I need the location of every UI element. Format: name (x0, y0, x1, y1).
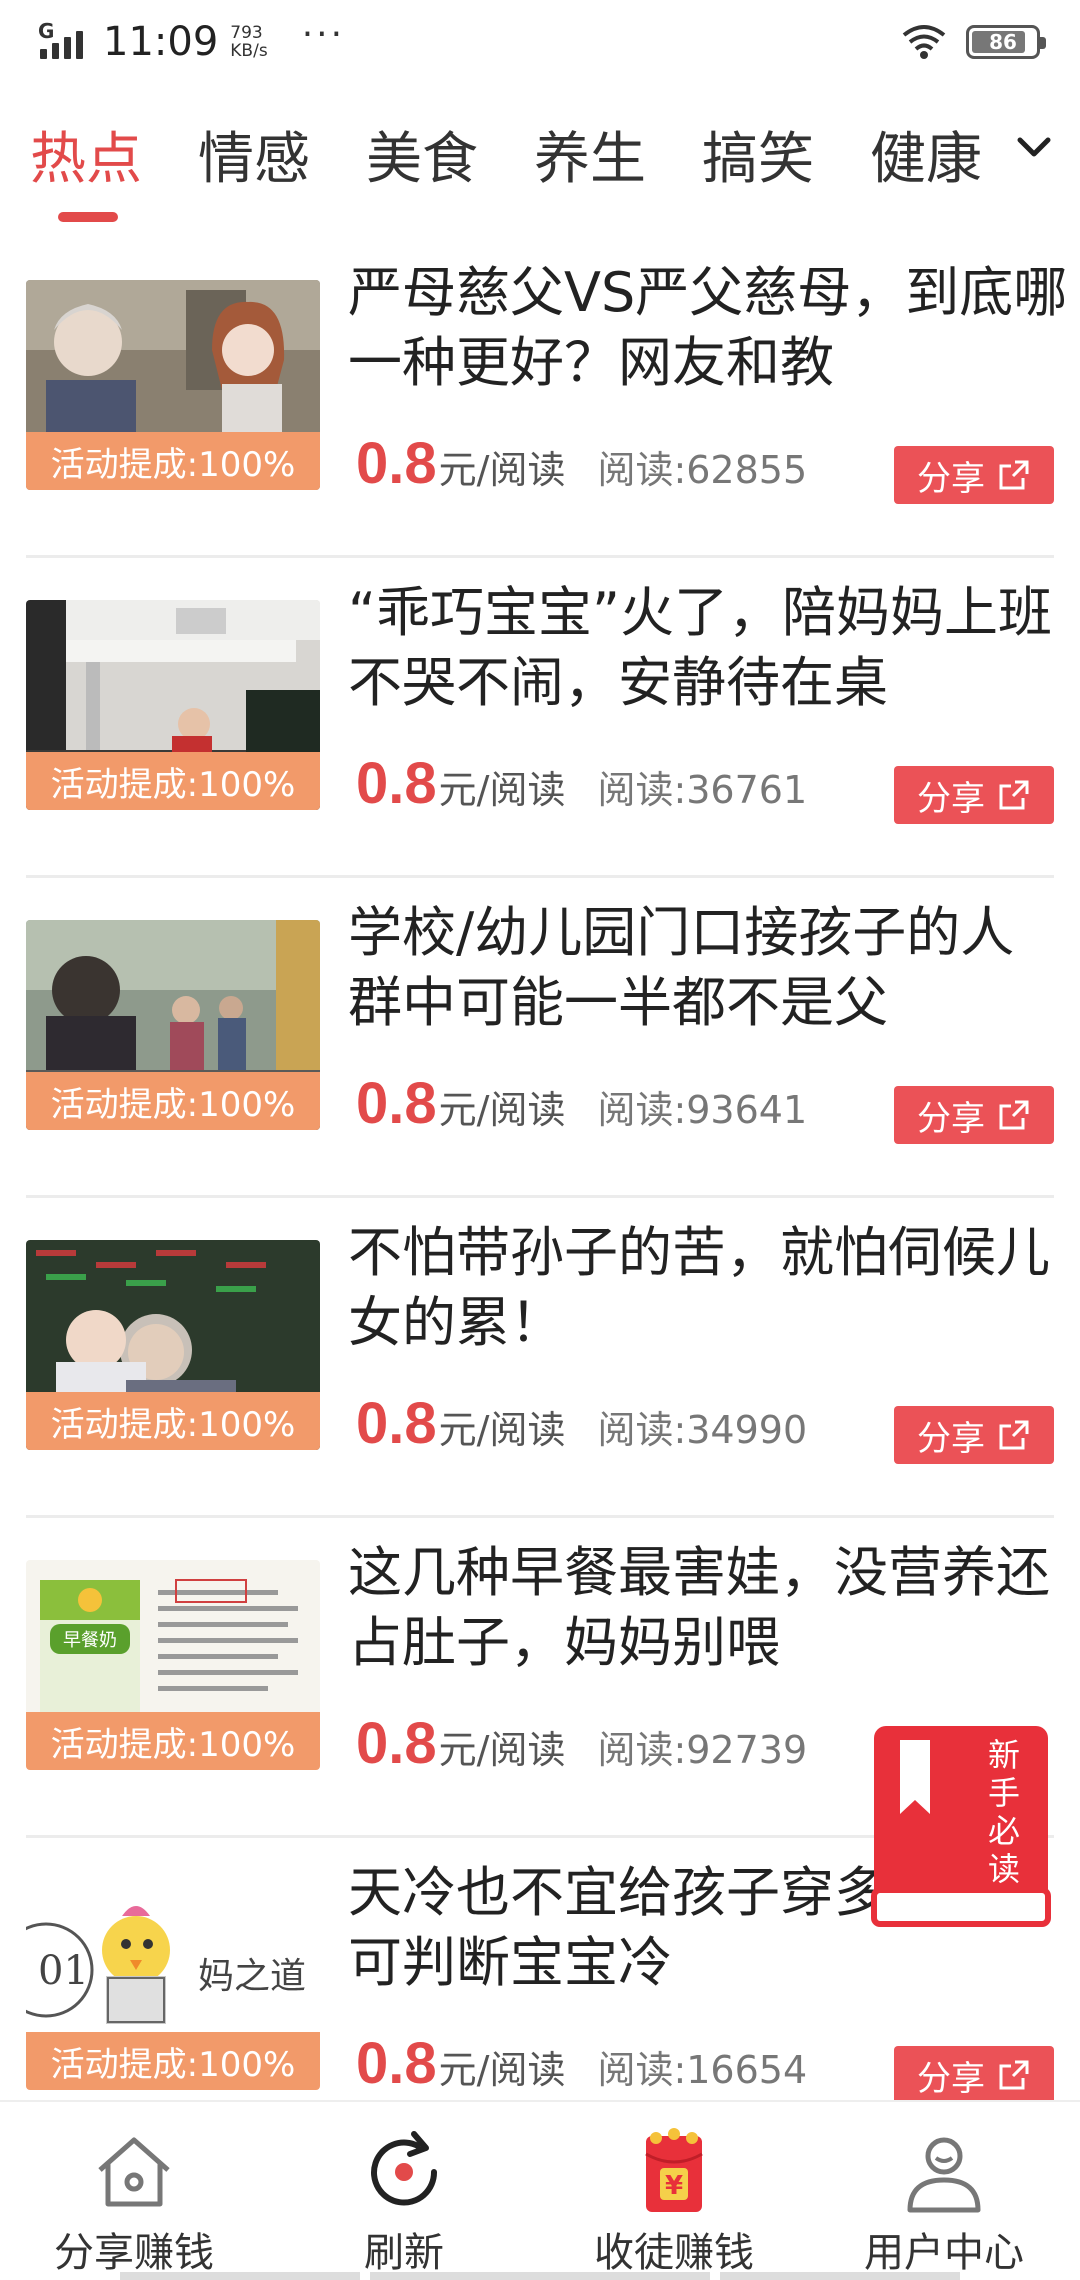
share-button[interactable]: 分享 (894, 2046, 1054, 2104)
article-title[interactable]: 学校/幼儿园门口接孩子的人群中可能一半都不是父 (348, 898, 1068, 1038)
article-meta: 0.8 元/阅读 阅读:34990 (356, 1390, 807, 1457)
price-unit: 元/阅读 (438, 2048, 566, 2092)
read-count: 阅读:36761 (597, 768, 808, 812)
share-icon (999, 780, 1029, 810)
read-count: 阅读:34990 (597, 1408, 808, 1452)
svg-text:¥: ¥ (665, 2171, 683, 2201)
status-time: 11:09 (103, 19, 219, 65)
category-tabs: 热点 情感 美食 养生 搞笑 健康 (0, 100, 1080, 222)
read-count: 阅读:16654 (597, 2048, 808, 2092)
more-notifications-icon: ··· (301, 14, 346, 55)
price-unit: 元/阅读 (438, 1728, 566, 1772)
svg-text:读: 读 (988, 1850, 1020, 1888)
share-button[interactable]: 分享 (894, 1406, 1054, 1464)
bottom-nav: 分享赚钱 刷新 ¥ 收徒赚钱 用户中心 (0, 2100, 1080, 2280)
chevron-down-icon[interactable] (1010, 124, 1058, 172)
nav-user-center[interactable]: 用户中心 (834, 2102, 1054, 2280)
read-count: 阅读:62855 (597, 448, 808, 492)
wifi-icon (902, 25, 946, 59)
price-value: 0.8 (356, 431, 437, 496)
article-meta: 0.8 元/阅读 阅读:92739 (356, 1710, 807, 1777)
svg-text:01: 01 (38, 1948, 89, 1994)
tab-emotion[interactable]: 情感 (198, 114, 310, 195)
price-value: 0.8 (356, 1071, 437, 1136)
tab-food[interactable]: 美食 (366, 114, 478, 195)
svg-text:妈之道: 妈之道 (198, 1956, 306, 1997)
article-meta: 0.8 元/阅读 阅读:62855 (356, 430, 807, 497)
article-meta: 0.8 元/阅读 阅读:16654 (356, 2030, 807, 2097)
price-unit: 元/阅读 (438, 1088, 566, 1132)
article-title[interactable]: “乖巧宝宝”火了，陪妈妈上班不哭不闹，安静待在桌 (348, 578, 1068, 718)
article-title[interactable]: 严母慈父VS严父慈母，到底哪一种更好？网友和教 (348, 258, 1068, 398)
article-meta: 0.8 元/阅读 阅读:93641 (356, 1070, 807, 1137)
article-thumbnail: 活动提成:100% (26, 280, 320, 490)
network-speed: 793 KB/s (230, 23, 268, 61)
gesture-bar (120, 2272, 360, 2280)
nav-recruit-earn[interactable]: ¥ 收徒赚钱 (564, 2102, 784, 2280)
article-thumbnail: 01 妈之道 活动提成:100% (26, 1880, 320, 2090)
commission-badge: 活动提成:100% (26, 1712, 320, 1770)
tab-health[interactable]: 健康 (870, 114, 982, 195)
article-meta: 0.8 元/阅读 阅读:36761 (356, 750, 807, 817)
svg-text:必: 必 (988, 1812, 1020, 1850)
newbie-guide-badge[interactable]: 新 手 必 读 (868, 1720, 1054, 1932)
share-button[interactable]: 分享 (894, 446, 1054, 504)
article-thumbnail: 活动提成:100% (26, 1240, 320, 1450)
tab-health-care[interactable]: 养生 (534, 114, 646, 195)
nav-refresh[interactable]: 刷新 (294, 2102, 514, 2280)
tab-funny[interactable]: 搞笑 (702, 114, 814, 195)
price-value: 0.8 (356, 1391, 437, 1456)
price-unit: 元/阅读 (438, 768, 566, 812)
price-value: 0.8 (356, 2031, 437, 2096)
svg-text:手: 手 (988, 1774, 1020, 1812)
share-icon (999, 1420, 1029, 1450)
battery-icon: 86 (966, 25, 1046, 59)
article-item[interactable]: 活动提成:100% 学校/幼儿园门口接孩子的人群中可能一半都不是父 0.8 元/… (26, 878, 1054, 1198)
commission-badge: 活动提成:100% (26, 1072, 320, 1130)
price-unit: 元/阅读 (438, 448, 566, 492)
svg-text:新: 新 (988, 1736, 1020, 1774)
share-icon (999, 2060, 1029, 2090)
commission-badge: 活动提成:100% (26, 2032, 320, 2090)
read-count: 阅读:92739 (597, 1728, 808, 1772)
read-count: 阅读:93641 (597, 1088, 808, 1132)
share-icon (999, 460, 1029, 490)
commission-badge: 活动提成:100% (26, 1392, 320, 1450)
article-item[interactable]: 活动提成:100% 严母慈父VS严父慈母，到底哪一种更好？网友和教 0.8 元/… (26, 238, 1067, 558)
article-thumbnail: 活动提成:100% (26, 600, 320, 810)
gesture-bar (720, 2272, 960, 2280)
article-title[interactable]: 这几种早餐最害娃，没营养还占肚子，妈妈别喂 (348, 1538, 1068, 1678)
article-thumbnail: 活动提成:100% (26, 920, 320, 1130)
user-icon (907, 2137, 981, 2213)
tab-hot[interactable]: 热点 (30, 114, 142, 195)
nav-share-earn[interactable]: 分享赚钱 (24, 2102, 244, 2280)
status-bar: G 11:09 793 KB/s ··· 86 (0, 0, 1080, 84)
refresh-icon (371, 2131, 438, 2206)
price-value: 0.8 (356, 1711, 437, 1776)
red-envelope-icon: ¥ (645, 2128, 703, 2212)
home-icon (98, 2137, 170, 2207)
price-value: 0.8 (356, 751, 437, 816)
article-item[interactable]: 活动提成:100% “乖巧宝宝”火了，陪妈妈上班不哭不闹，安静待在桌 0.8 元… (26, 558, 1054, 878)
svg-text:早餐奶: 早餐奶 (63, 1630, 117, 1651)
commission-badge: 活动提成:100% (26, 432, 320, 490)
share-button[interactable]: 分享 (894, 1086, 1054, 1144)
article-item[interactable]: 活动提成:100% 不怕带孙子的苦，就怕伺候儿女的累！ 0.8 元/阅读 阅读:… (26, 1198, 1054, 1518)
active-tab-indicator (58, 212, 118, 222)
signal-icon: G (38, 19, 83, 59)
article-title[interactable]: 不怕带孙子的苦，就怕伺候儿女的累！ (348, 1218, 1068, 1358)
share-icon (999, 1100, 1029, 1130)
commission-badge: 活动提成:100% (26, 752, 320, 810)
gesture-bar (370, 2272, 710, 2280)
article-thumbnail: 早餐奶 活动提成:100% (26, 1560, 320, 1770)
price-unit: 元/阅读 (438, 1408, 566, 1452)
share-button[interactable]: 分享 (894, 766, 1054, 824)
